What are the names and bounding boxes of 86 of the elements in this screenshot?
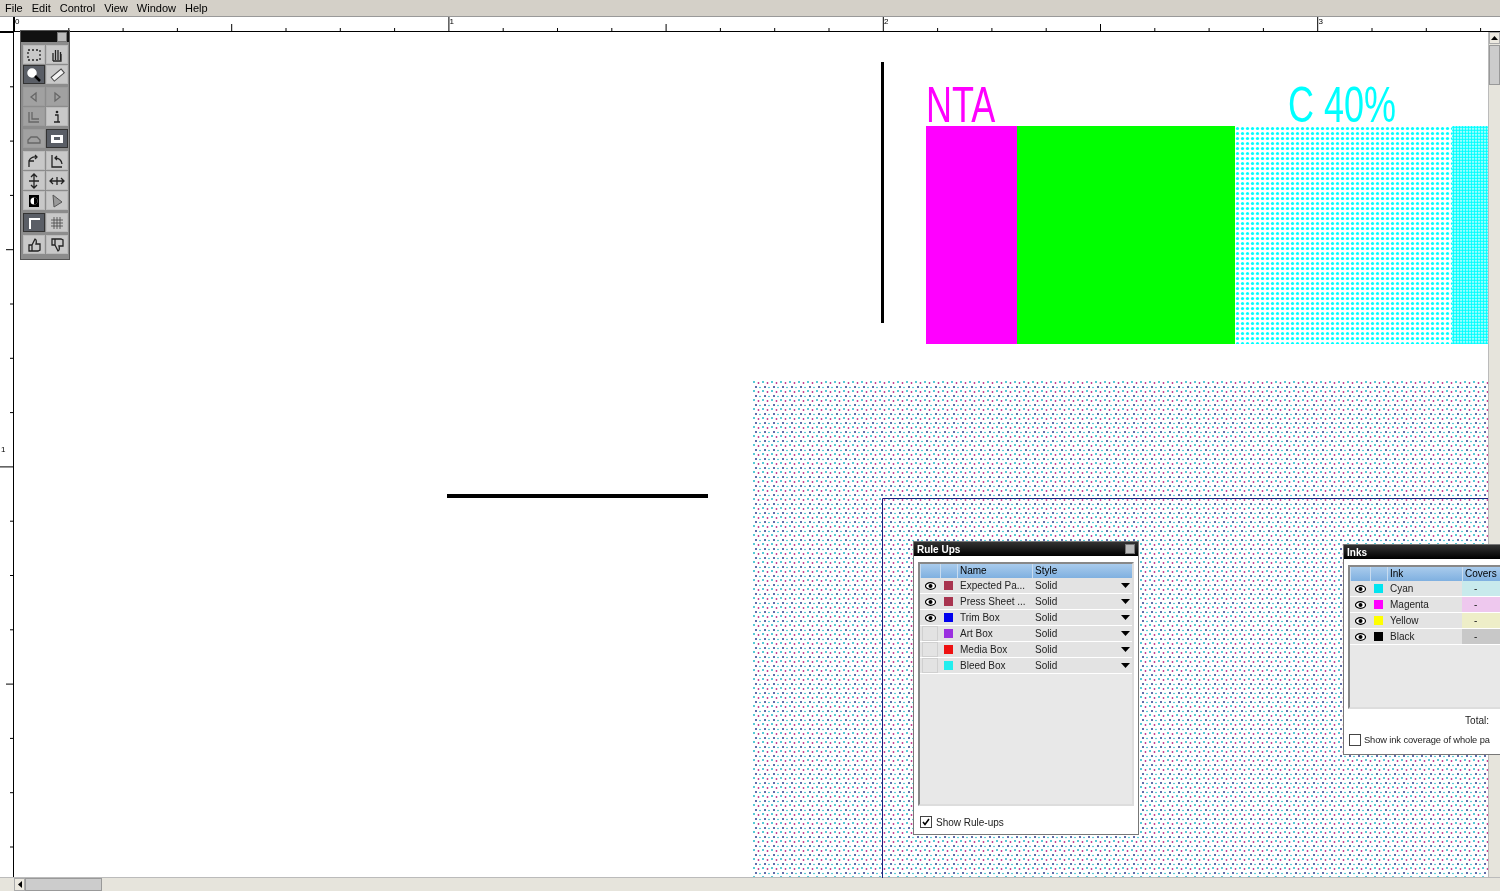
ruler-icon [49, 66, 65, 83]
contrast-icon [26, 192, 42, 209]
vertical-arrows-icon [26, 172, 42, 189]
marquee-icon [26, 46, 42, 63]
ruler-label: 2 [884, 18, 889, 26]
check-icon [922, 818, 930, 826]
visibility-toggle[interactable] [922, 658, 938, 673]
scrollbar-thumb[interactable] [25, 878, 102, 891]
eye-icon [924, 597, 936, 606]
scroll-up-button[interactable] [1489, 32, 1500, 44]
style-dropdown[interactable]: Solid [1032, 660, 1132, 671]
caret-icon [1121, 647, 1130, 652]
thumbs-down-icon [49, 236, 65, 253]
style-dropdown[interactable]: Solid [1032, 628, 1132, 639]
visibility-toggle[interactable] [922, 642, 938, 657]
grid-icon [49, 214, 65, 231]
tool-button[interactable] [46, 65, 68, 84]
menu-item[interactable]: View [101, 2, 134, 14]
ruler-label: 1 [449, 18, 454, 26]
tool-button[interactable] [46, 235, 68, 254]
eye-icon [1354, 616, 1366, 625]
arrow-icon [1491, 36, 1498, 40]
checkbox[interactable] [920, 816, 932, 828]
eye-icon [1354, 584, 1366, 593]
tool-button[interactable] [23, 65, 45, 84]
ruler-label: 0 [15, 18, 20, 26]
total-label: Total: [1465, 715, 1489, 726]
artwork-text: NTA [926, 84, 996, 126]
table-cell-text: Media Box [959, 644, 1009, 655]
arrow-icon [17, 881, 22, 888]
menu-item[interactable]: Window [133, 2, 182, 14]
eye-icon [924, 613, 936, 622]
scrollbar-thumb[interactable] [1489, 45, 1500, 85]
tool-button[interactable] [46, 129, 68, 148]
caret-icon [1121, 599, 1130, 604]
menu-item[interactable]: File [2, 2, 29, 14]
caret-icon [1121, 583, 1130, 588]
tool-button[interactable] [46, 151, 68, 170]
tool-button[interactable] [23, 171, 45, 190]
menu-item[interactable]: Control [56, 2, 102, 14]
caret-icon [1121, 615, 1130, 620]
table-cell: - [1462, 613, 1500, 628]
style-dropdown[interactable]: Solid [1032, 644, 1132, 655]
checkbox-label: Show ink coverage of whole pa [1364, 735, 1490, 745]
cone-icon [49, 192, 65, 209]
tool-button[interactable] [23, 151, 45, 170]
panel-title: Rule Ups [917, 543, 961, 555]
caret-icon [1121, 663, 1130, 668]
tool-button[interactable] [23, 235, 45, 254]
panel-title: Inks [1347, 546, 1367, 558]
style-dropdown[interactable]: Solid [1032, 612, 1132, 623]
checkbox[interactable] [1349, 734, 1361, 746]
table-cell-text: Magenta [1389, 599, 1430, 610]
checkbox-label: Show Rule-ups [936, 816, 1004, 828]
table-cell-text: Trim Box [959, 612, 1001, 623]
table-cell: - [1462, 581, 1500, 596]
style-dropdown[interactable]: Solid [1032, 580, 1132, 591]
zoom-icon [26, 66, 42, 83]
eye-icon [1354, 600, 1366, 609]
menu-item[interactable]: Help [181, 2, 214, 14]
visibility-toggle[interactable] [922, 626, 938, 641]
rotate-left-icon [49, 152, 65, 169]
close-button[interactable] [57, 31, 67, 42]
tool-button[interactable] [46, 45, 68, 64]
artwork-text: C 40% [1288, 84, 1397, 126]
table-cell-text: Art Box [959, 628, 994, 639]
table-cell-text: Bleed Box [959, 660, 1007, 671]
table-cell-text: Press Sheet ... [959, 596, 1027, 607]
tool-button[interactable] [23, 213, 45, 232]
menu-item[interactable]: Edit [28, 2, 57, 14]
style-dropdown[interactable]: Solid [1032, 596, 1132, 607]
table-cell-text: Yellow [1389, 615, 1420, 626]
ruler-label: 1 [1, 446, 6, 454]
thumbs-up-icon [26, 236, 42, 253]
eye-icon [924, 581, 936, 590]
tool-button[interactable] [23, 191, 45, 210]
tool-button[interactable] [46, 171, 68, 190]
eye-icon [1354, 632, 1366, 641]
scroll-left-button[interactable] [14, 878, 25, 891]
table-cell-text: Expected Pa... [959, 580, 1027, 591]
caret-icon [1121, 631, 1130, 636]
table-cell-text: Black [1389, 631, 1416, 642]
table-cell-text: Cyan [1389, 583, 1415, 594]
table-cell: - [1462, 597, 1500, 612]
table-cell: - [1462, 629, 1500, 644]
ruler-label: 3 [1318, 18, 1323, 26]
